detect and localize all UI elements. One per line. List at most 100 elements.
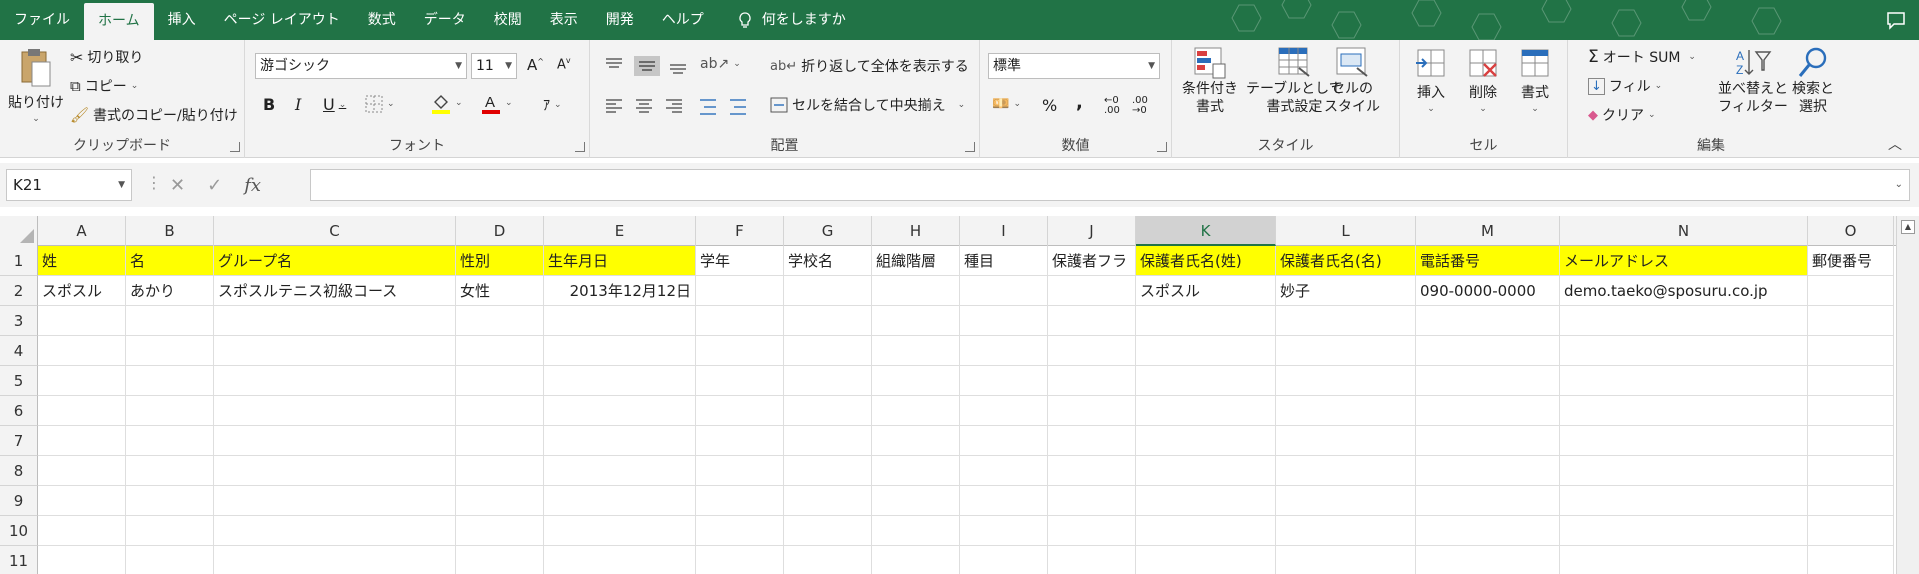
- font-name-dropdown-icon[interactable]: ▼: [455, 54, 462, 78]
- column-header-m[interactable]: M: [1416, 216, 1560, 246]
- row-header-1[interactable]: 1: [0, 246, 38, 276]
- orientation-button[interactable]: ab↗ ⌄: [700, 56, 741, 72]
- cell-d8[interactable]: [456, 456, 544, 486]
- cell-m6[interactable]: [1416, 396, 1560, 426]
- cell-k7[interactable]: [1136, 426, 1276, 456]
- name-box-dropdown-icon[interactable]: ▼: [118, 170, 125, 200]
- row-header-9[interactable]: 9: [0, 486, 38, 516]
- cell-l7[interactable]: [1276, 426, 1416, 456]
- cell-c2[interactable]: スポスルテニス初級コース: [214, 276, 456, 306]
- format-cells-dropdown-icon[interactable]: ⌄: [1531, 104, 1539, 114]
- cell-o7[interactable]: [1808, 426, 1894, 456]
- column-header-c[interactable]: C: [214, 216, 456, 246]
- font-color-button[interactable]: A ⌄: [481, 92, 513, 114]
- cell-b10[interactable]: [126, 516, 214, 546]
- fill-color-dropdown-icon[interactable]: ⌄: [455, 98, 463, 108]
- cell-m9[interactable]: [1416, 486, 1560, 516]
- cell-e9[interactable]: [544, 486, 696, 516]
- row-header-6[interactable]: 6: [0, 396, 38, 426]
- cell-h8[interactable]: [872, 456, 960, 486]
- expand-formula-bar-icon[interactable]: ⌄: [1895, 170, 1903, 200]
- cell-j7[interactable]: [1048, 426, 1136, 456]
- cell-b11[interactable]: [126, 546, 214, 574]
- cell-l6[interactable]: [1276, 396, 1416, 426]
- cell-d4[interactable]: [456, 336, 544, 366]
- cell-c11[interactable]: [214, 546, 456, 574]
- cell-o9[interactable]: [1808, 486, 1894, 516]
- borders-button[interactable]: ⌄: [365, 95, 395, 113]
- cell-m1[interactable]: 電話番号: [1416, 246, 1560, 276]
- clear-button[interactable]: ◆ クリア ⌄: [1588, 105, 1656, 125]
- cell-g11[interactable]: [784, 546, 872, 574]
- cell-a10[interactable]: [38, 516, 126, 546]
- cell-b6[interactable]: [126, 396, 214, 426]
- cell-j4[interactable]: [1048, 336, 1136, 366]
- scroll-up-arrow-icon[interactable]: ▲: [1901, 220, 1915, 234]
- cell-k11[interactable]: [1136, 546, 1276, 574]
- cell-i9[interactable]: [960, 486, 1048, 516]
- insert-cells-button[interactable]: 挿入 ⌄: [1414, 46, 1448, 114]
- cell-j1[interactable]: 保護者フラ: [1048, 246, 1136, 276]
- cell-n3[interactable]: [1560, 306, 1808, 336]
- tab-4[interactable]: 数式: [354, 0, 410, 40]
- format-cells-button[interactable]: 書式 ⌄: [1518, 46, 1552, 114]
- cell-l11[interactable]: [1276, 546, 1416, 574]
- accounting-dropdown-icon[interactable]: ⌄: [1013, 99, 1021, 109]
- cut-button[interactable]: ✂ 切り取り: [70, 47, 143, 67]
- cell-h9[interactable]: [872, 486, 960, 516]
- insert-function-button[interactable]: fx: [244, 175, 261, 196]
- cell-e5[interactable]: [544, 366, 696, 396]
- font-launcher-icon[interactable]: [575, 142, 585, 152]
- cell-h10[interactable]: [872, 516, 960, 546]
- sort-filter-button[interactable]: A Z 並べ替えと フィルター: [1718, 46, 1788, 116]
- tab-5[interactable]: データ: [410, 0, 480, 40]
- cell-e11[interactable]: [544, 546, 696, 574]
- cell-h6[interactable]: [872, 396, 960, 426]
- bold-button[interactable]: B: [263, 95, 275, 114]
- formula-input[interactable]: ⌄: [310, 169, 1910, 201]
- cell-c3[interactable]: [214, 306, 456, 336]
- cell-c5[interactable]: [214, 366, 456, 396]
- cell-g5[interactable]: [784, 366, 872, 396]
- cell-k4[interactable]: [1136, 336, 1276, 366]
- format-painter-button[interactable]: 🖌 書式のコピー/貼り付け: [70, 105, 238, 125]
- cell-j2[interactable]: [1048, 276, 1136, 306]
- cell-h7[interactable]: [872, 426, 960, 456]
- paste-dropdown-icon[interactable]: ⌄: [32, 114, 40, 124]
- column-header-j[interactable]: J: [1048, 216, 1136, 246]
- insert-cells-dropdown-icon[interactable]: ⌄: [1427, 104, 1435, 114]
- cell-b2[interactable]: あかり: [126, 276, 214, 306]
- tell-me-search[interactable]: 何をしますか: [718, 0, 860, 40]
- cell-j3[interactable]: [1048, 306, 1136, 336]
- cell-f9[interactable]: [696, 486, 784, 516]
- vertical-scrollbar[interactable]: ▲: [1896, 216, 1919, 574]
- cell-i5[interactable]: [960, 366, 1048, 396]
- cell-a9[interactable]: [38, 486, 126, 516]
- cell-g3[interactable]: [784, 306, 872, 336]
- cell-e1[interactable]: 生年月日: [544, 246, 696, 276]
- cell-g7[interactable]: [784, 426, 872, 456]
- tab-1[interactable]: ホーム: [84, 3, 154, 40]
- cell-b8[interactable]: [126, 456, 214, 486]
- column-header-b[interactable]: B: [126, 216, 214, 246]
- select-all-corner[interactable]: [0, 216, 38, 246]
- cell-j11[interactable]: [1048, 546, 1136, 574]
- cell-k10[interactable]: [1136, 516, 1276, 546]
- cell-f6[interactable]: [696, 396, 784, 426]
- cell-h11[interactable]: [872, 546, 960, 574]
- cell-g9[interactable]: [784, 486, 872, 516]
- cell-l3[interactable]: [1276, 306, 1416, 336]
- cell-m7[interactable]: [1416, 426, 1560, 456]
- cell-o3[interactable]: [1808, 306, 1894, 336]
- tab-8[interactable]: 開発: [592, 0, 648, 40]
- cell-d7[interactable]: [456, 426, 544, 456]
- cell-i11[interactable]: [960, 546, 1048, 574]
- column-header-g[interactable]: G: [784, 216, 872, 246]
- number-format-box[interactable]: 標準 ▼: [988, 53, 1160, 79]
- cell-l4[interactable]: [1276, 336, 1416, 366]
- cell-o2[interactable]: [1808, 276, 1894, 306]
- cell-f8[interactable]: [696, 456, 784, 486]
- cell-b4[interactable]: [126, 336, 214, 366]
- cell-o11[interactable]: [1808, 546, 1894, 574]
- cell-f3[interactable]: [696, 306, 784, 336]
